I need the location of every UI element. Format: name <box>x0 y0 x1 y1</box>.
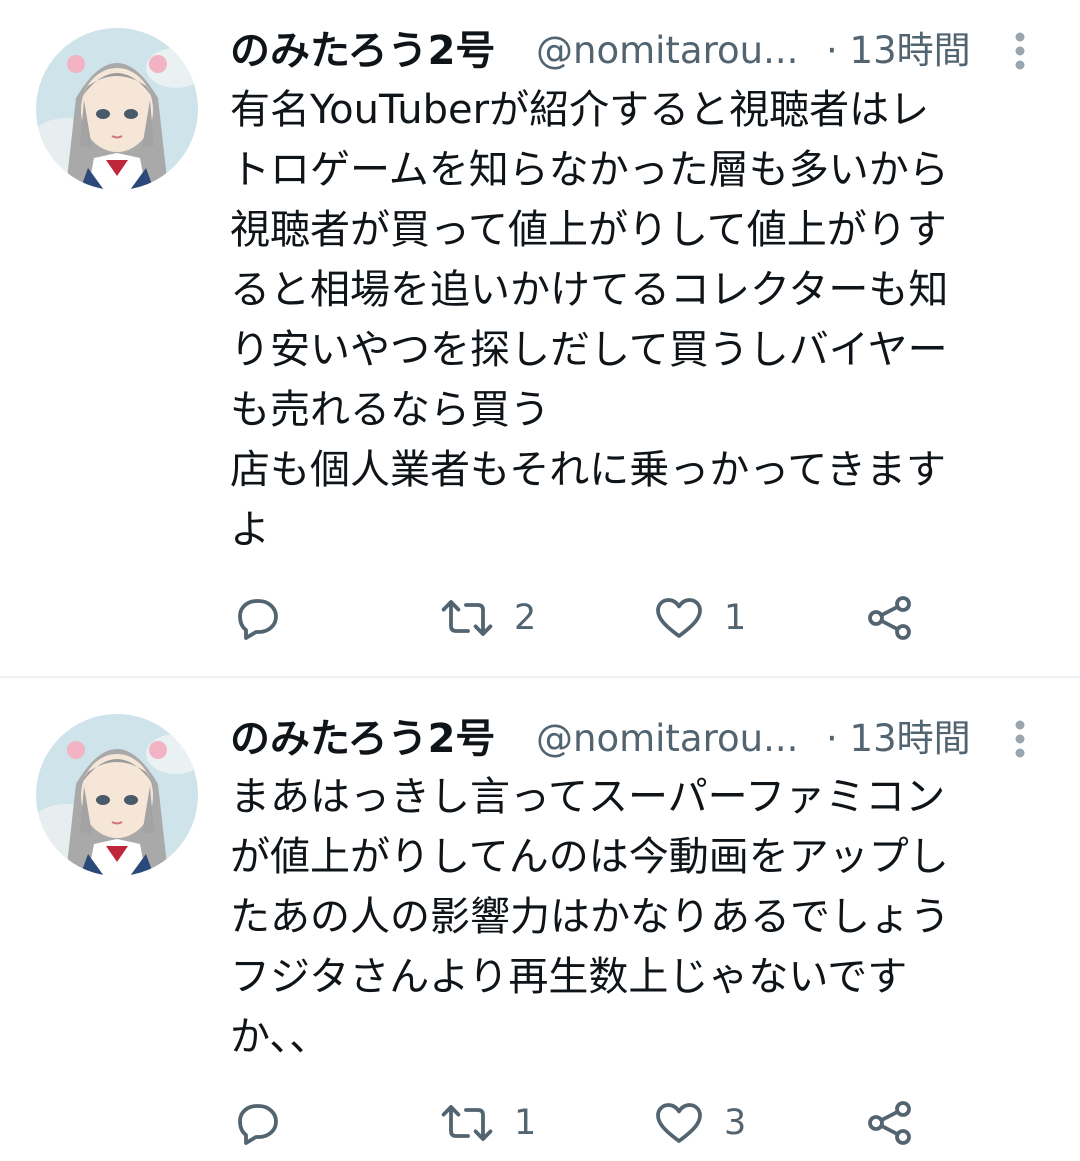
tweet-text-line: よ <box>230 507 270 553</box>
timestamp[interactable]: · 13時間 <box>826 26 971 76</box>
tweet[interactable]: のみたろう2号 @nomitarou... · 13時間 有名YouTuberが… <box>0 0 1080 678</box>
tweet-text-line: まあはっきし言ってスーパーファミコン <box>230 774 946 820</box>
tweet-text-line: 有名YouTuberが紹介すると視聴者はレ <box>230 87 930 133</box>
like-icon <box>656 598 702 638</box>
tweet-header: のみたろう2号 @nomitarou... · 13時間 <box>230 26 1030 76</box>
tweet-actions: 1 3 <box>230 1093 950 1153</box>
display-name[interactable]: のみたろう2号 <box>230 26 495 76</box>
display-name[interactable]: のみたろう2号 <box>230 714 495 764</box>
share-button[interactable] <box>866 588 914 648</box>
tweet-text-line: フジタさんより再生数上じゃないです <box>230 954 908 1000</box>
like-count: 3 <box>724 1103 747 1143</box>
more-icon[interactable] <box>1010 718 1030 760</box>
tweet-text-line: 視聴者が買って値上がりして値上がりす <box>230 207 947 253</box>
retweet-count: 2 <box>514 598 537 638</box>
like-count: 1 <box>724 598 747 638</box>
tweet-actions: 2 1 <box>230 588 950 648</box>
share-icon <box>868 596 911 640</box>
like-icon <box>656 1103 702 1143</box>
share-button[interactable] <box>866 1093 914 1153</box>
timestamp[interactable]: · 13時間 <box>826 714 971 764</box>
anime-girl-avatar-icon <box>36 28 198 190</box>
tweet-text: 有名YouTuberが紹介すると視聴者はレ トロゲームを知らなかった層も多いから… <box>230 80 1040 560</box>
tweet-text-line: が値上がりしてんのは今動画をアップし <box>230 834 949 880</box>
anime-girl-avatar-icon <box>36 714 198 876</box>
retweet-icon <box>441 1105 493 1141</box>
tweet-text-line: り安いやつを探しだして買うしバイヤー <box>230 327 948 373</box>
more-icon[interactable] <box>1010 30 1030 72</box>
share-icon <box>868 1101 911 1145</box>
retweet-icon <box>441 600 493 636</box>
timeline: のみたろう2号 @nomitarou... · 13時間 有名YouTuberが… <box>0 0 1080 1161</box>
tweet-text-line: か、、 <box>230 1014 330 1060</box>
reply-icon <box>238 599 278 640</box>
tweet-header: のみたろう2号 @nomitarou... · 13時間 <box>230 714 1030 764</box>
tweet-text-line: ると相場を追いかけてるコレクターも知 <box>230 267 949 313</box>
reply-button[interactable] <box>234 1093 282 1153</box>
reply-icon <box>238 1104 278 1145</box>
tweet-text: まあはっきし言ってスーパーファミコン が値上がりしてんのは今動画をアップし たあ… <box>230 767 1040 1067</box>
like-button[interactable]: 3 <box>654 1093 746 1153</box>
tweet[interactable]: のみたろう2号 @nomitarou... · 13時間 まあはっきし言ってスー… <box>0 680 1080 1161</box>
retweet-button[interactable]: 1 <box>440 1093 536 1153</box>
user-handle[interactable]: @nomitarou... <box>536 714 798 764</box>
tweet-text-line: たあの人の影響力はかなりあるでしょう <box>230 894 950 940</box>
tweet-text-line: も売れるなら買う <box>230 387 550 433</box>
tweet-text-line: 店も個人業者もそれに乗っかってきます <box>230 447 946 493</box>
tweet-text-line: トロゲームを知らなかった層も多いから <box>230 147 949 193</box>
retweet-button[interactable]: 2 <box>440 588 536 648</box>
user-handle[interactable]: @nomitarou... <box>536 26 798 76</box>
like-button[interactable]: 1 <box>654 588 746 648</box>
reply-button[interactable] <box>234 588 282 648</box>
avatar[interactable] <box>36 714 198 876</box>
avatar[interactable] <box>36 28 198 190</box>
retweet-count: 1 <box>514 1103 537 1143</box>
